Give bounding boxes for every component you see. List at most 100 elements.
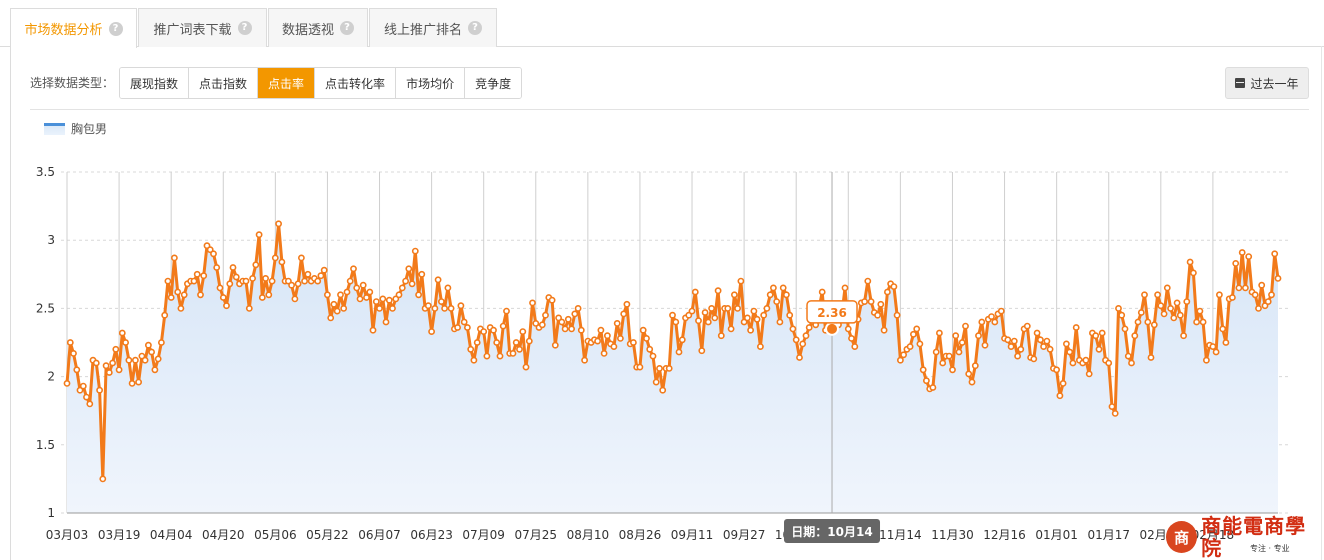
data-point <box>1242 284 1249 292</box>
data-point <box>620 310 628 318</box>
data-point <box>880 326 888 334</box>
data-point <box>561 325 569 333</box>
data-point <box>929 384 937 391</box>
y-tick-label: 2 <box>47 370 55 384</box>
data-point <box>786 311 794 319</box>
data-point <box>691 288 699 296</box>
data-point <box>988 313 995 320</box>
data-point <box>704 318 712 326</box>
data-point <box>327 314 335 322</box>
x-tick-label: 11月14 <box>879 528 922 542</box>
x-tick-label: 12月16 <box>983 528 1026 542</box>
x-tick-label: 05月06 <box>254 528 297 542</box>
data-point <box>249 274 256 282</box>
data-point <box>848 334 855 342</box>
data-point <box>1069 359 1077 367</box>
data-point <box>376 304 383 312</box>
data-point <box>467 345 475 353</box>
data-point <box>255 231 263 239</box>
data-point <box>597 326 605 334</box>
data-point <box>1264 298 1272 305</box>
data-point <box>297 254 305 262</box>
data-point <box>1203 356 1210 364</box>
y-tick-label: 3 <box>47 233 55 247</box>
data-point <box>962 322 969 330</box>
data-point <box>731 291 738 299</box>
data-point <box>1196 307 1204 315</box>
data-point <box>1245 253 1253 260</box>
data-point <box>874 311 881 319</box>
data-point <box>340 304 348 312</box>
data-point <box>877 300 885 308</box>
data-point <box>1258 281 1266 289</box>
data-point <box>190 277 198 285</box>
data-point <box>1160 310 1168 318</box>
data-point <box>783 291 790 299</box>
data-point <box>1014 352 1021 360</box>
data-point <box>760 311 768 319</box>
data-point <box>242 277 250 285</box>
data-point <box>1118 311 1126 319</box>
data-point <box>200 272 208 280</box>
data-point <box>900 351 907 359</box>
data-point <box>177 304 185 312</box>
data-point <box>669 311 676 319</box>
y-tick-label: 3.5 <box>36 165 55 179</box>
tab-label: 市场数据分析 <box>24 23 103 38</box>
data-point <box>519 328 527 335</box>
data-point <box>1059 379 1067 387</box>
x-tick-label: 05月22 <box>306 528 349 542</box>
data-point <box>913 325 921 333</box>
data-point <box>1056 392 1064 400</box>
data-point <box>73 366 81 374</box>
data-point <box>919 366 927 374</box>
data-point <box>939 359 947 367</box>
data-point <box>346 277 354 285</box>
data-point <box>372 298 380 305</box>
help-icon[interactable]: ? <box>108 21 123 36</box>
data-point <box>245 304 253 312</box>
data-point <box>890 283 898 290</box>
data-point <box>350 265 357 273</box>
data-point <box>424 302 432 310</box>
x-tick-label: 07月25 <box>515 528 558 542</box>
data-point <box>571 310 579 318</box>
data-point <box>688 307 696 315</box>
data-point <box>522 363 530 371</box>
x-tick-label: 09月27 <box>723 528 766 542</box>
data-point <box>473 339 481 346</box>
data-point <box>411 247 419 255</box>
y-tick-label: 2.5 <box>36 301 55 315</box>
data-point <box>1128 359 1135 367</box>
data-point <box>698 347 706 355</box>
data-point <box>1040 343 1047 350</box>
data-point <box>1274 274 1282 282</box>
data-point <box>701 309 709 316</box>
data-point <box>649 352 657 360</box>
data-point <box>402 277 409 285</box>
tab-market-analysis[interactable]: 市场数据分析 ? <box>10 8 137 48</box>
data-point <box>773 298 781 305</box>
data-point <box>867 298 875 305</box>
data-point <box>1046 345 1054 353</box>
data-point <box>180 291 188 299</box>
x-tick-label: 06月23 <box>410 528 453 542</box>
data-point <box>405 265 413 273</box>
data-point <box>1023 322 1031 330</box>
data-point <box>115 366 123 374</box>
data-point <box>1173 299 1181 307</box>
data-point <box>968 378 976 386</box>
data-point <box>288 281 295 289</box>
data-point <box>148 348 155 356</box>
data-point <box>551 341 559 349</box>
data-point <box>568 325 575 333</box>
data-point <box>613 319 621 327</box>
data-point <box>1235 284 1243 292</box>
data-point <box>665 364 673 372</box>
data-point <box>105 369 113 376</box>
data-point <box>86 400 94 408</box>
data-point <box>490 326 497 334</box>
data-point <box>538 321 546 329</box>
data-point <box>981 341 989 349</box>
data-point <box>1219 325 1227 333</box>
